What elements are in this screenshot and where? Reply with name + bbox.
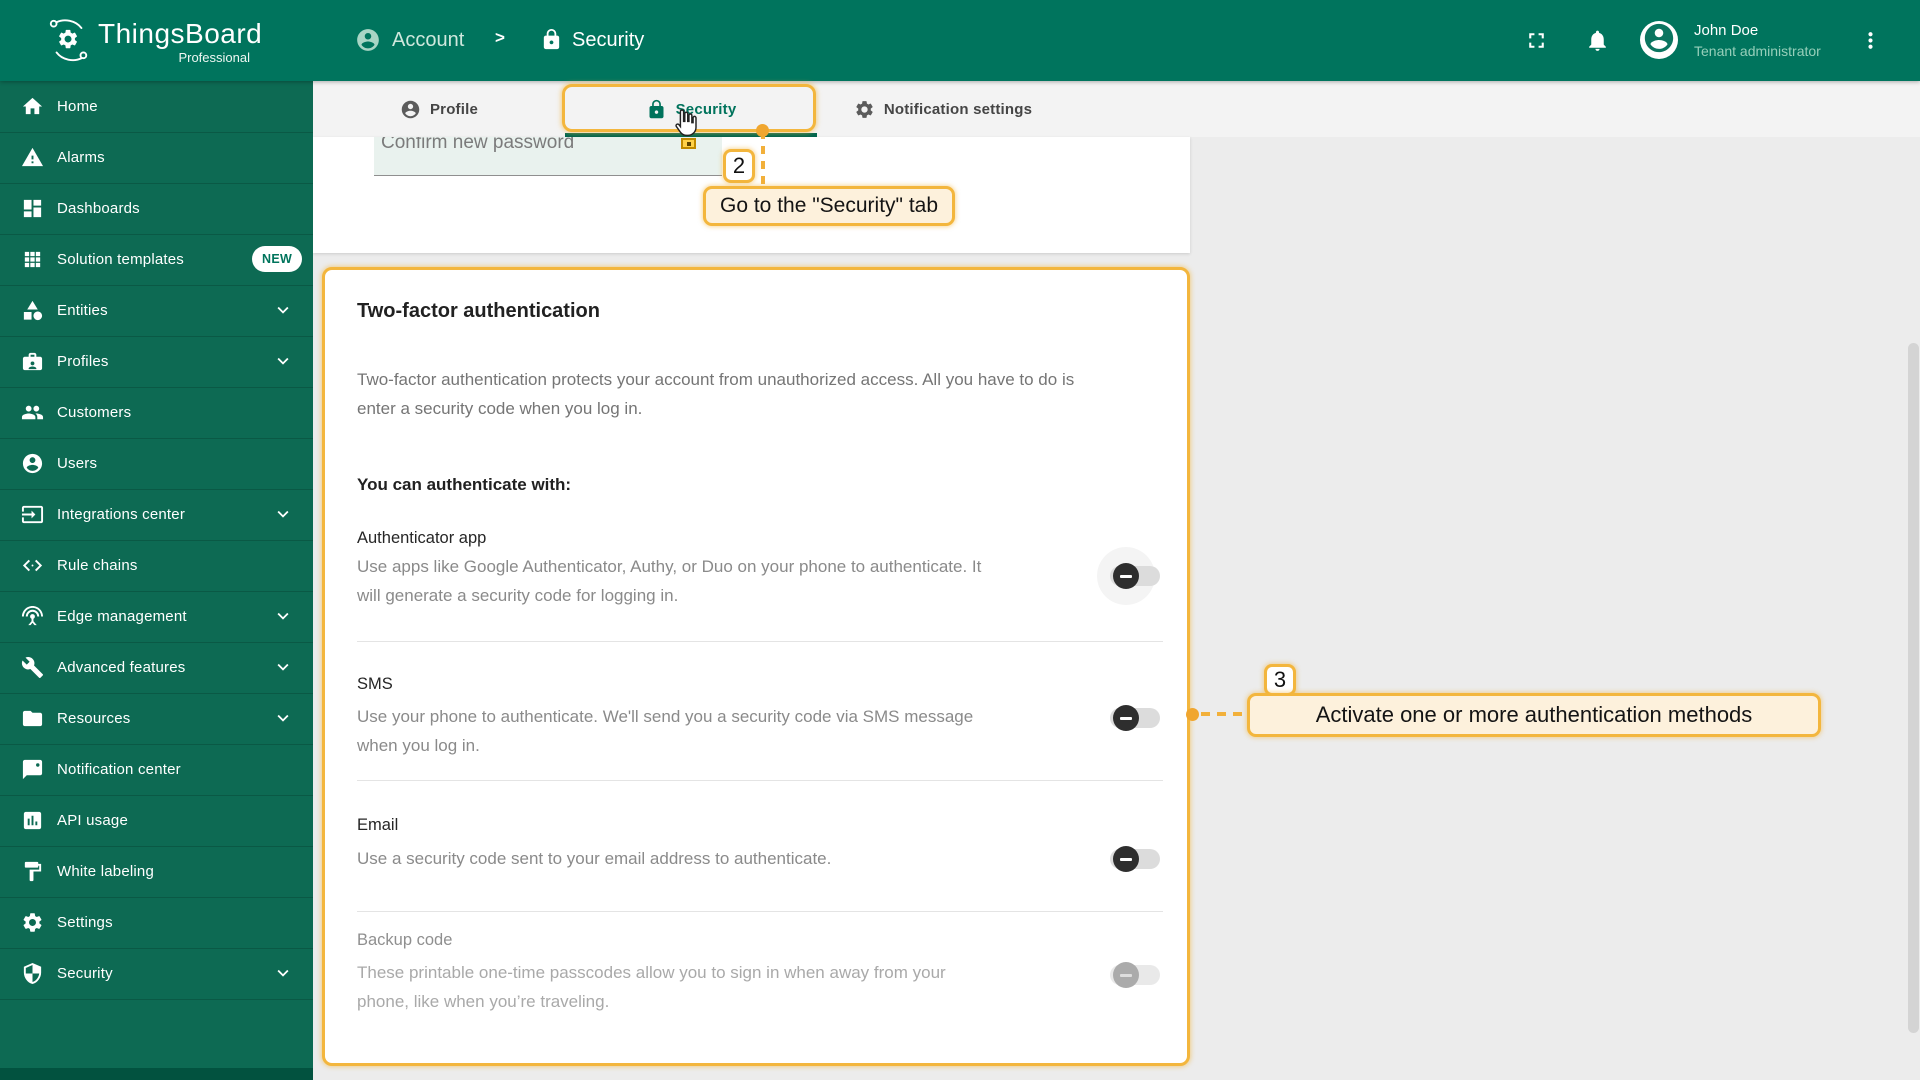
bell-icon [1585, 30, 1610, 57]
user-circle-icon [21, 452, 44, 475]
tab-profile[interactable]: Profile [313, 81, 565, 137]
user-name: John Doe [1694, 22, 1759, 39]
gear-icon [21, 911, 44, 934]
two-factor-card: Two-factor authentication Two-factor aut… [322, 267, 1190, 1066]
grid-icon [21, 248, 44, 271]
twofa-subtitle: You can authenticate with: [357, 475, 572, 494]
thingsboard-app: ThingsBoard Professional Account > Secur… [0, 0, 1920, 1080]
id-badge-icon [21, 350, 44, 373]
shield-icon [21, 962, 44, 985]
method-row-authenticator-app: Authenticator app Use apps like Google A… [357, 529, 982, 605]
person-circle-icon [1642, 21, 1676, 60]
sidebar-bottom-band [0, 1068, 313, 1080]
home-icon [21, 95, 44, 118]
main-content: Profile Security Notification settings C… [313, 81, 1920, 1080]
step3-anchor-dot [1186, 708, 1199, 721]
breadcrumb-security: Security [572, 29, 645, 51]
chart-icon [21, 809, 44, 832]
sidebar-item-edge-management[interactable]: Edge management [0, 591, 313, 643]
vertical-scrollbar[interactable] [1908, 343, 1919, 1033]
chevron-down-icon [272, 962, 294, 984]
breadcrumb-account[interactable]: Account [392, 29, 464, 52]
user-avatar[interactable] [1640, 21, 1678, 59]
sidebar-item-white-labeling[interactable]: White labeling [0, 846, 313, 898]
sidebar-item-resources[interactable]: Resources [0, 693, 313, 745]
authenticator-app-toggle[interactable] [1110, 563, 1160, 589]
step2-connector-line [761, 131, 765, 187]
dashboards-icon [21, 197, 44, 220]
chevron-down-icon [272, 656, 294, 678]
fullscreen-button[interactable] [1524, 28, 1549, 53]
notifications-button[interactable] [1585, 28, 1610, 53]
integration-icon [21, 503, 44, 526]
sidebar-item-rule-chains[interactable]: Rule chains [0, 540, 313, 592]
user-menu-button[interactable] [1858, 28, 1883, 53]
sidebar-item-alarms[interactable]: Alarms [0, 132, 313, 184]
twofa-title: Two-factor authentication [357, 300, 600, 322]
app-title[interactable]: ThingsBoard [98, 18, 262, 50]
app-edition: Professional [178, 50, 250, 65]
sidebar-item-security[interactable]: Security [0, 948, 313, 1000]
step2-anchor-dot [756, 124, 769, 137]
people-icon [21, 401, 44, 424]
confirm-new-password-field[interactable]: Confirm new password [374, 137, 722, 176]
warning-icon [21, 146, 44, 169]
sidebar-item-api-usage[interactable]: API usage [0, 795, 313, 847]
step2-callout: Go to the "Security" tab [703, 186, 956, 226]
twofa-description: Two-factor authentication protects your … [357, 370, 1075, 418]
lock-icon [540, 28, 563, 51]
top-header-bar: ThingsBoard Professional Account > Secur… [0, 0, 1920, 81]
chevron-down-icon [272, 350, 294, 372]
sidebar-item-entities[interactable]: Entities [0, 285, 313, 337]
sidebar-item-users[interactable]: Users [0, 438, 313, 490]
new-badge: NEW [252, 246, 303, 272]
user-role: Tenant administrator [1694, 43, 1821, 59]
shapes-icon [21, 299, 44, 322]
sidebar-item-notification-center[interactable]: Notification center [0, 744, 313, 796]
fullscreen-icon [1524, 33, 1549, 57]
sidebar-item-customers[interactable]: Customers [0, 387, 313, 439]
sidebar-item-profiles[interactable]: Profiles [0, 336, 313, 388]
row-divider [357, 780, 1163, 781]
hand-cursor-icon [670, 106, 702, 142]
breadcrumb-separator: > [495, 28, 505, 47]
more-vert-icon [1858, 32, 1883, 57]
code-icon [21, 554, 44, 577]
person-circle-icon [355, 27, 381, 53]
method-row-email: Email Use a security code sent to your e… [357, 816, 832, 868]
antenna-icon [21, 605, 44, 628]
sms-toggle[interactable] [1110, 705, 1160, 731]
sidebar-item-home[interactable]: Home [0, 81, 313, 133]
step3-callout: Activate one or more authentication meth… [1247, 693, 1821, 737]
account-tab-bar: Profile Security Notification settings [313, 81, 1920, 137]
chevron-down-icon [272, 503, 294, 525]
email-toggle[interactable] [1110, 846, 1160, 872]
thingsboard-logo-icon[interactable] [46, 17, 92, 63]
sidebar-item-settings[interactable]: Settings [0, 897, 313, 949]
sidebar-item-advanced-features[interactable]: Advanced features [0, 642, 313, 694]
step3-connector-line [1201, 712, 1247, 716]
sidebar-item-dashboards[interactable]: Dashboards [0, 183, 313, 235]
chevron-down-icon [272, 605, 294, 627]
wrench-icon [21, 656, 44, 679]
sidebar-nav: Home Alarms Dashboards Solution template… [0, 81, 313, 1080]
chevron-down-icon [272, 707, 294, 729]
backup-code-toggle[interactable] [1110, 962, 1160, 988]
chevron-down-icon [272, 299, 294, 321]
row-divider [357, 641, 1163, 642]
person-icon [400, 99, 421, 120]
tab-notification-settings[interactable]: Notification settings [817, 81, 1069, 137]
folder-icon [21, 707, 44, 730]
method-row-sms: SMS Use your phone to authenticate. We'l… [357, 675, 974, 755]
method-row-backup-code: Backup code These printable one-time pas… [357, 931, 946, 1011]
sidebar-item-integrations-center[interactable]: Integrations center [0, 489, 313, 541]
paint-roller-icon [21, 860, 44, 883]
row-divider [357, 911, 1163, 912]
step3-number: 3 [1264, 664, 1296, 696]
step2-number: 2 [723, 149, 755, 183]
sidebar-item-solution-templates[interactable]: Solution templates NEW [0, 234, 313, 286]
gear-icon [854, 99, 875, 120]
chat-icon [21, 758, 44, 781]
